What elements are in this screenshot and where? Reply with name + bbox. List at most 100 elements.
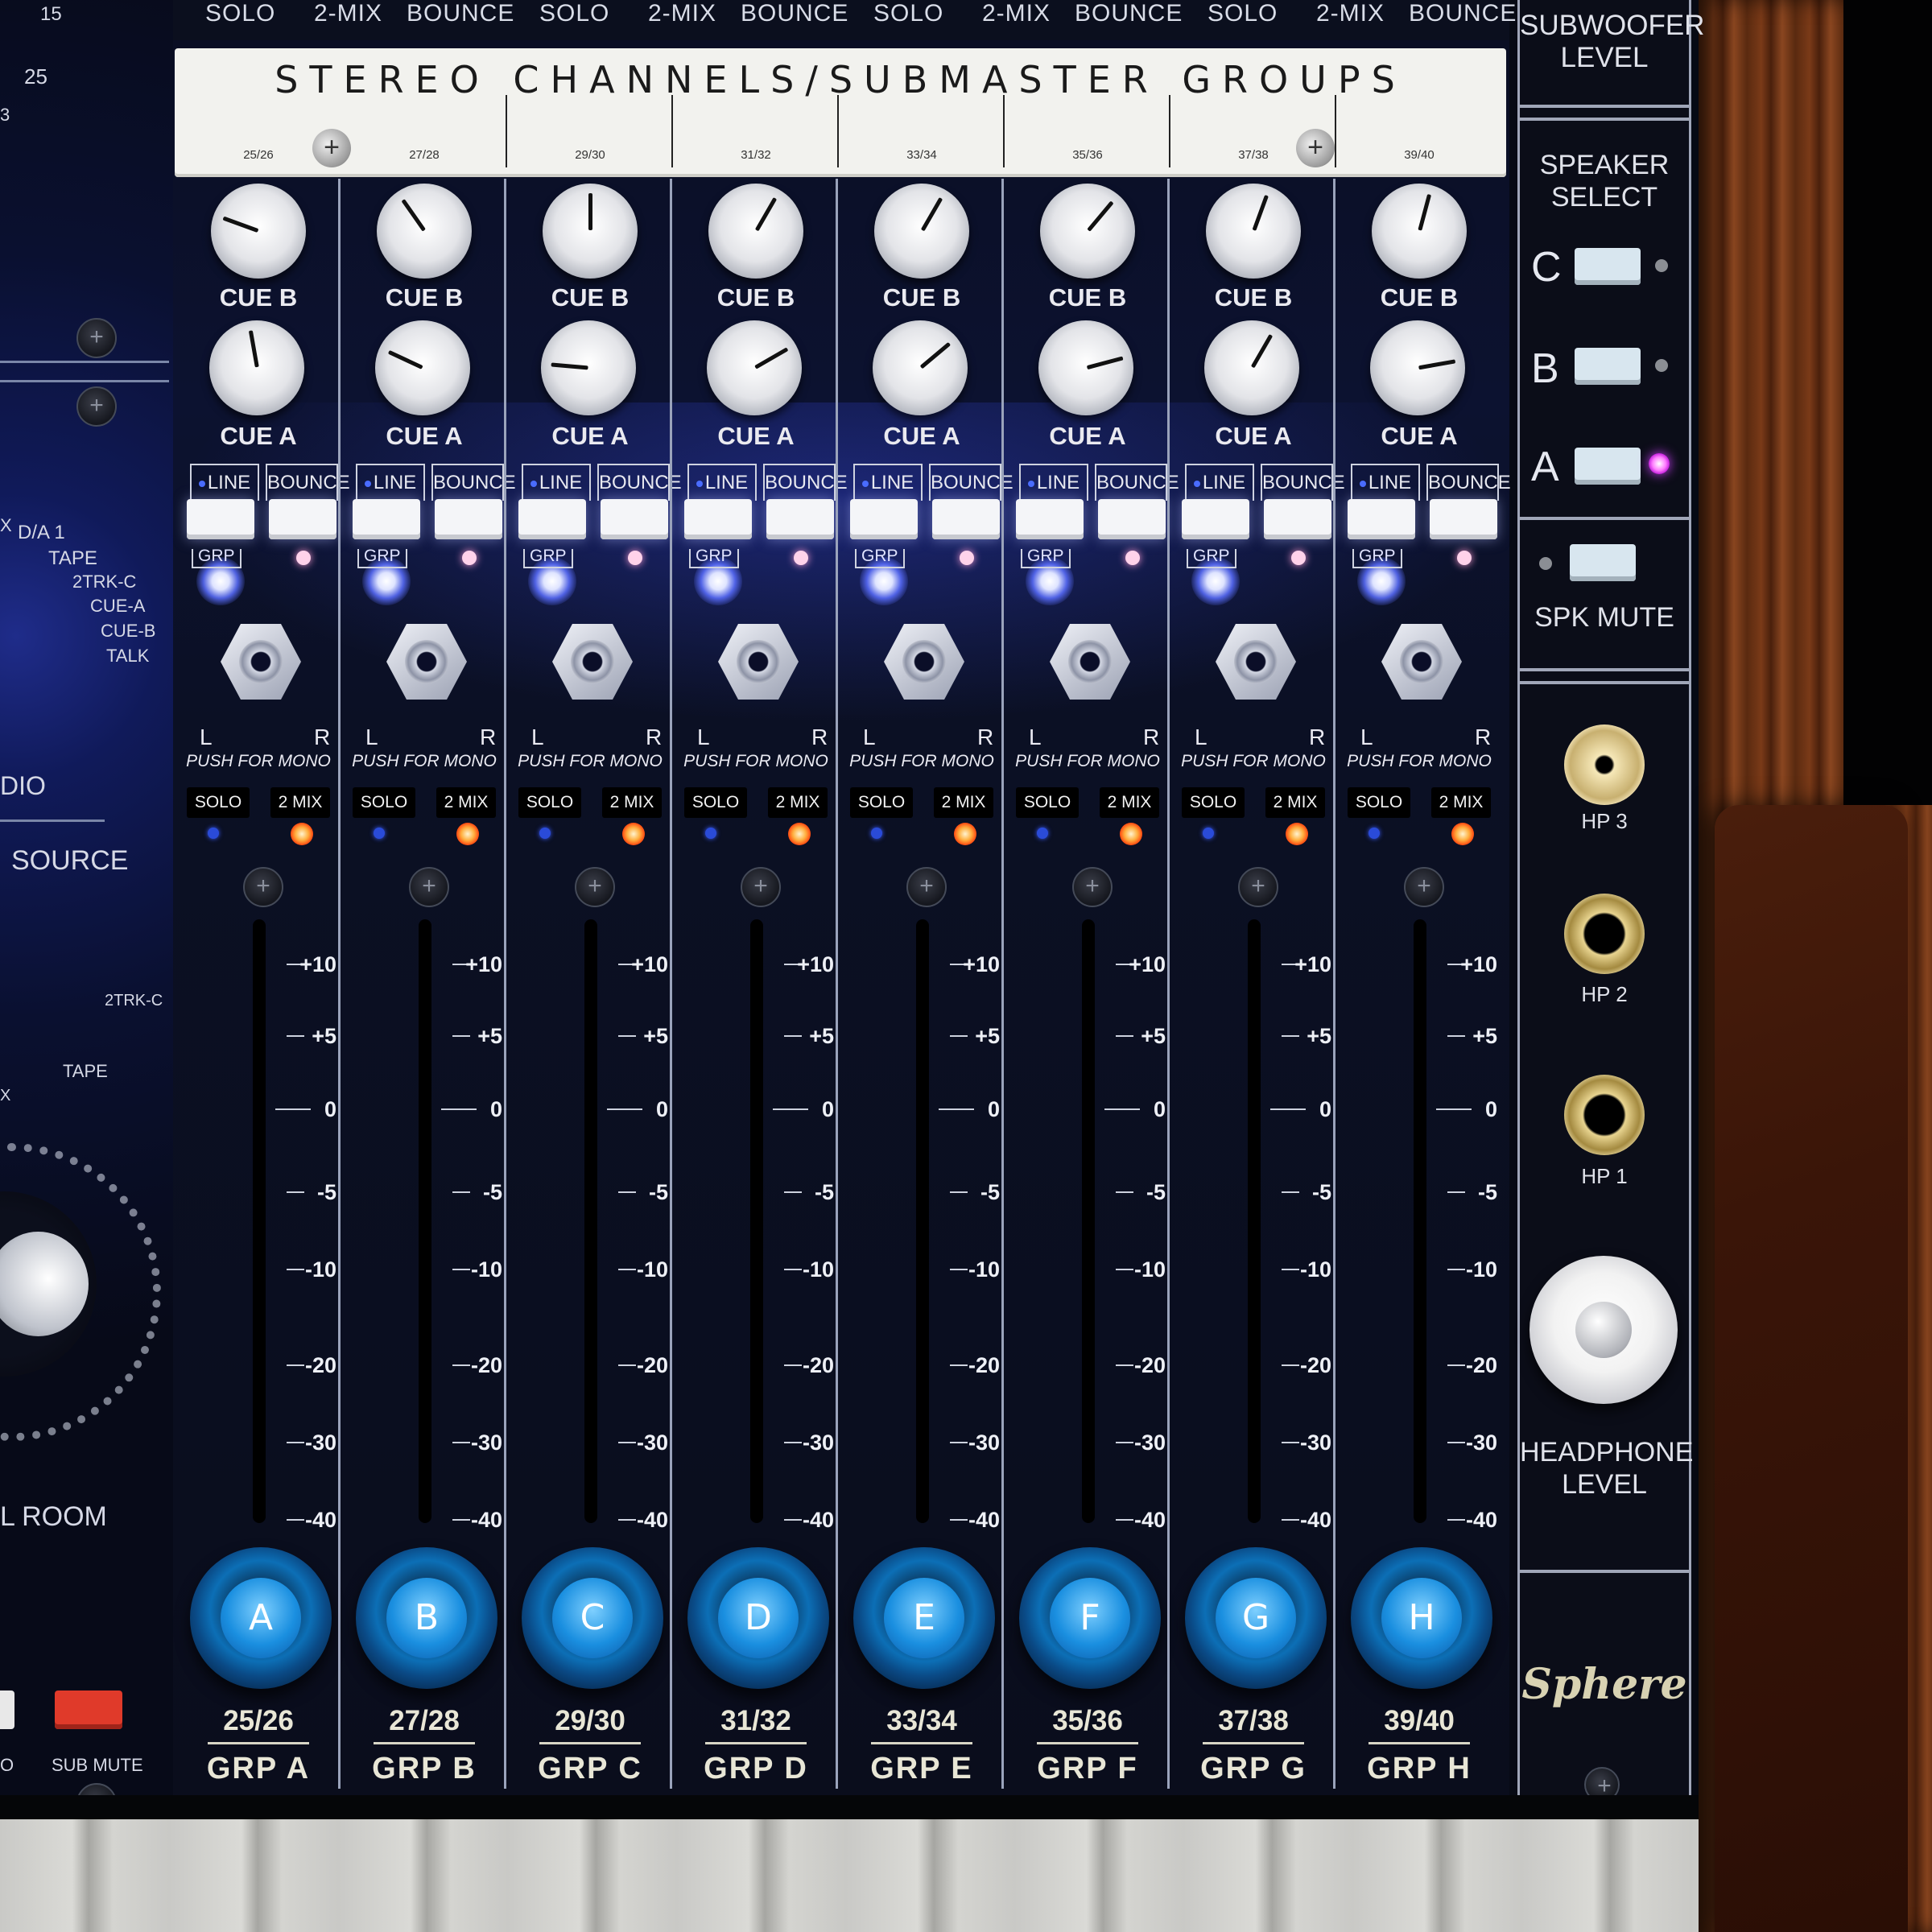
cue-b-knob[interactable] xyxy=(1372,184,1467,279)
cue-b-knob[interactable] xyxy=(543,184,638,279)
cue-a-knob[interactable] xyxy=(1370,320,1465,415)
hp1-jack[interactable] xyxy=(1564,1075,1645,1155)
strip-channel-number: 37/38 xyxy=(1218,1705,1289,1736)
cue-a-knob[interactable] xyxy=(375,320,470,415)
two-mix-button[interactable]: 2 MIX xyxy=(270,787,330,818)
cue-b-knob[interactable] xyxy=(1206,184,1301,279)
fader-knob[interactable]: G xyxy=(1185,1547,1327,1689)
solo-led xyxy=(1203,828,1214,839)
two-mix-button[interactable]: 2 MIX xyxy=(1100,787,1159,818)
line-button[interactable] xyxy=(850,499,918,539)
fader-cap-letter: C xyxy=(552,1578,633,1658)
speaker-b-button[interactable] xyxy=(1575,348,1641,385)
knob-pointer xyxy=(1086,356,1124,370)
two-mix-button[interactable]: 2 MIX xyxy=(768,787,828,818)
fader-scale-label: -30 xyxy=(470,1430,502,1455)
fader-knob[interactable]: C xyxy=(522,1547,663,1689)
bounce-button[interactable] xyxy=(1264,499,1331,539)
panel-divider xyxy=(1520,105,1689,108)
hp3-jack[interactable] xyxy=(1564,724,1645,805)
solo-button[interactable]: SOLO xyxy=(353,787,415,818)
channel-input-jack[interactable] xyxy=(386,621,467,702)
line-button[interactable] xyxy=(1348,499,1415,539)
fader-scale-label: -20 xyxy=(1465,1353,1497,1377)
fader-knob[interactable]: A xyxy=(190,1547,332,1689)
channel-input-jack[interactable] xyxy=(552,621,633,702)
solo-button[interactable]: SOLO xyxy=(684,787,747,818)
channel-input-jack[interactable] xyxy=(1216,621,1296,702)
cue-b-knob[interactable] xyxy=(708,184,803,279)
line-button[interactable] xyxy=(1016,499,1084,539)
speaker-a-button[interactable] xyxy=(1575,448,1641,485)
fader-scale-label: +10 xyxy=(963,952,1000,976)
solo-button[interactable]: SOLO xyxy=(1348,787,1410,818)
fader-scale-label: +10 xyxy=(1460,952,1497,976)
two-mix-button[interactable]: 2 MIX xyxy=(436,787,496,818)
strip-group-name: GRP F xyxy=(1037,1752,1138,1785)
channel-input-jack[interactable] xyxy=(221,621,301,702)
channel-input-jack[interactable] xyxy=(718,621,799,702)
speaker-c-letter: C xyxy=(1531,244,1562,291)
solo-button[interactable]: SOLO xyxy=(1016,787,1079,818)
cue-b-knob[interactable] xyxy=(211,184,306,279)
line-button[interactable] xyxy=(187,499,254,539)
cue-b-knob[interactable] xyxy=(874,184,969,279)
fader-scale-label: -20 xyxy=(802,1353,834,1377)
line-button[interactable] xyxy=(518,499,586,539)
strip-group-name: GRP E xyxy=(870,1752,973,1785)
bounce-button[interactable] xyxy=(1098,499,1166,539)
channel-input-jack[interactable] xyxy=(884,621,964,702)
two-mix-button[interactable]: 2 MIX xyxy=(602,787,662,818)
line-label: LINE xyxy=(1036,472,1080,493)
headphone-level-knob[interactable] xyxy=(1530,1256,1678,1404)
bounce-button[interactable] xyxy=(766,499,834,539)
cue-a-knob[interactable] xyxy=(209,320,304,415)
cue-a-knob[interactable] xyxy=(1204,320,1299,415)
bounce-button[interactable] xyxy=(269,499,336,539)
control-room-label: L ROOM xyxy=(0,1501,107,1532)
line-label-box: LINE xyxy=(853,464,923,501)
cue-a-knob[interactable] xyxy=(1038,320,1133,415)
fader-knob[interactable]: B xyxy=(356,1547,497,1689)
legend-2mix: 2-MIX xyxy=(1316,0,1385,27)
hp2-jack[interactable] xyxy=(1564,894,1645,974)
fader-knob[interactable]: H xyxy=(1351,1547,1492,1689)
two-mix-button[interactable]: 2 MIX xyxy=(1431,787,1491,818)
fader-knob[interactable]: E xyxy=(853,1547,995,1689)
line-button[interactable] xyxy=(353,499,420,539)
jack-socket xyxy=(1068,640,1112,683)
bounce-button[interactable] xyxy=(1430,499,1497,539)
cue-a-knob[interactable] xyxy=(541,320,636,415)
left-white-button[interactable] xyxy=(0,1690,14,1729)
channel-input-jack[interactable] xyxy=(1050,621,1130,702)
bounce-button[interactable] xyxy=(601,499,668,539)
fader-knob[interactable]: D xyxy=(687,1547,829,1689)
cue-a-knob[interactable] xyxy=(873,320,968,415)
sub-mute-button[interactable] xyxy=(55,1690,122,1729)
solo-button[interactable]: SOLO xyxy=(518,787,581,818)
hp3-label: HP 3 xyxy=(1581,809,1628,833)
legend-solo: SOLO xyxy=(205,0,276,27)
line-button[interactable] xyxy=(684,499,752,539)
fader-scale-label: 0 xyxy=(1484,1097,1497,1121)
solo-button[interactable]: SOLO xyxy=(1182,787,1245,818)
cue-b-knob[interactable] xyxy=(377,184,472,279)
fader-knob[interactable]: F xyxy=(1019,1547,1161,1689)
spk-mute-button[interactable] xyxy=(1570,544,1636,581)
solo-button[interactable]: SOLO xyxy=(850,787,913,818)
bounce-label: BOUNCE xyxy=(1261,464,1345,501)
line-indicator-dot xyxy=(1193,480,1200,487)
bounce-button[interactable] xyxy=(932,499,1000,539)
strip-separator xyxy=(1333,179,1335,1789)
line-button[interactable] xyxy=(1182,499,1249,539)
cue-b-knob[interactable] xyxy=(1040,184,1135,279)
two-mix-button[interactable]: 2 MIX xyxy=(934,787,993,818)
cue-b-label: CUE B xyxy=(219,283,298,312)
solo-button[interactable]: SOLO xyxy=(187,787,250,818)
cue-a-knob[interactable] xyxy=(707,320,802,415)
channel-input-jack[interactable] xyxy=(1381,621,1462,702)
left-divider xyxy=(0,380,169,382)
two-mix-button[interactable]: 2 MIX xyxy=(1265,787,1325,818)
bounce-button[interactable] xyxy=(435,499,502,539)
speaker-c-button[interactable] xyxy=(1575,248,1641,285)
